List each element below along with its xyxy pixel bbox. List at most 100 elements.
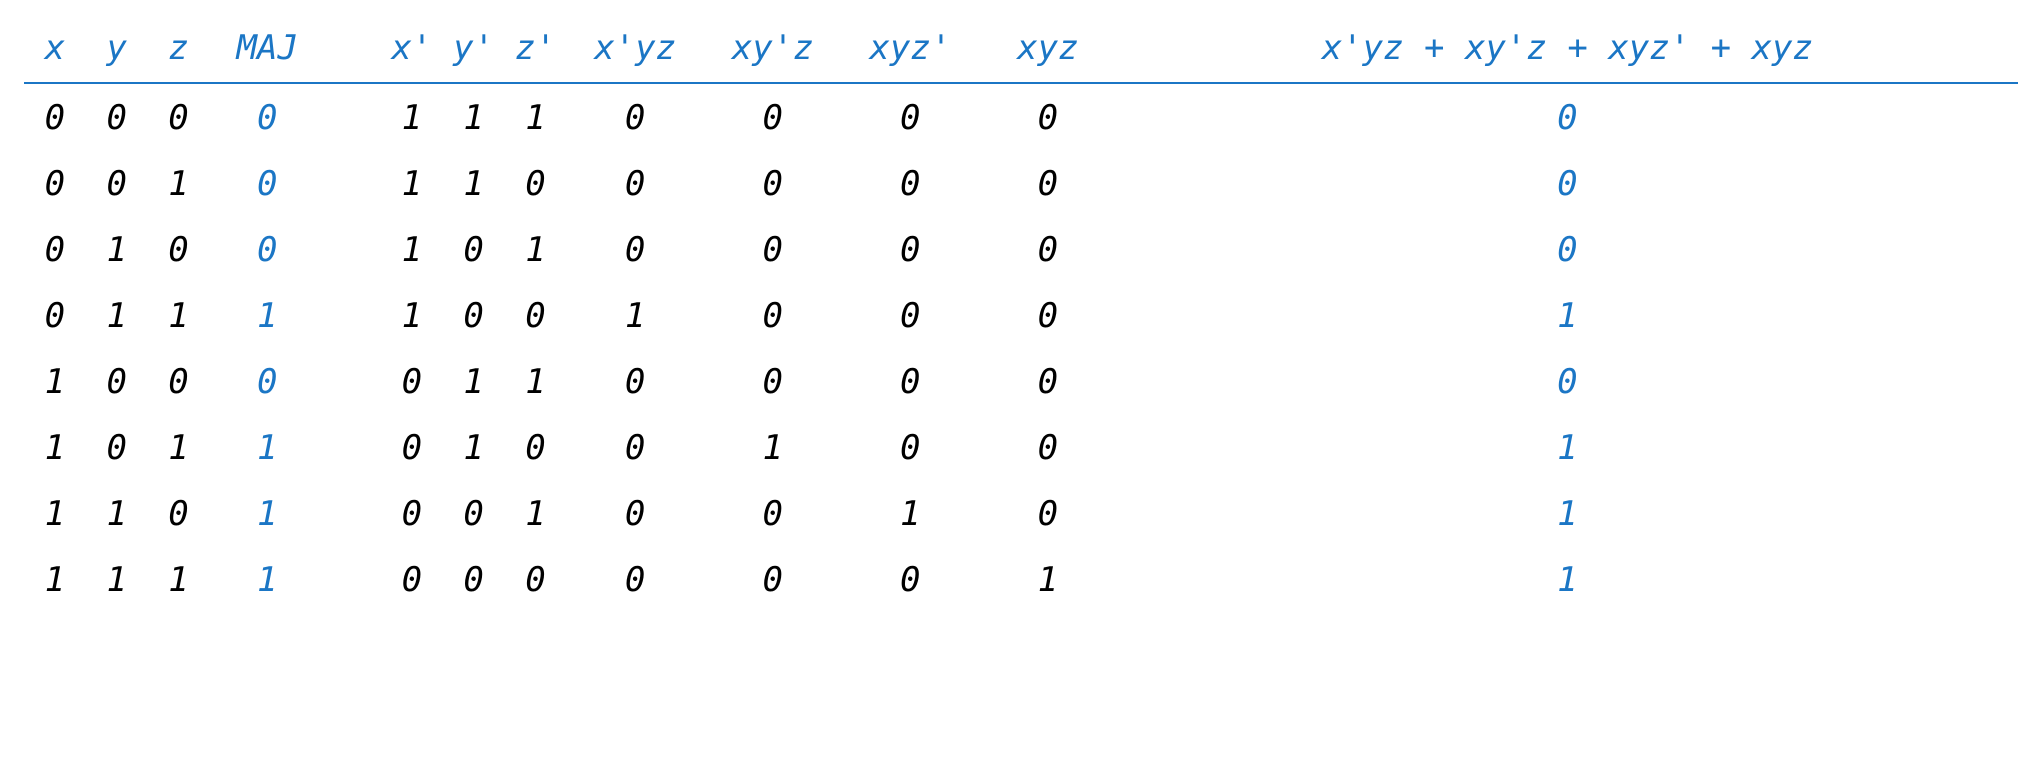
cell: 0 (842, 83, 980, 150)
cell-gap (325, 282, 381, 348)
cell: 1 (979, 546, 1117, 612)
cell-gap (325, 216, 381, 282)
cell: 0 (505, 150, 567, 216)
table-row: 100001100000 (24, 348, 2018, 414)
cell: 1 (443, 150, 505, 216)
col-header-gap (325, 18, 381, 83)
cell: 1 (86, 480, 148, 546)
cell: 0 (704, 546, 842, 612)
cell: 1 (209, 414, 325, 480)
cell: 1 (381, 216, 443, 282)
cell-gap (325, 414, 381, 480)
cell: 0 (704, 150, 842, 216)
cell: 1 (505, 480, 567, 546)
cell: 0 (1117, 348, 2018, 414)
table-body: 0000111000000010110000000100101000000111… (24, 83, 2018, 612)
cell: 1 (505, 216, 567, 282)
cell: 1 (86, 282, 148, 348)
cell: 0 (704, 348, 842, 414)
cell: 0 (566, 480, 704, 546)
cell: 1 (148, 282, 210, 348)
cell: 0 (148, 348, 210, 414)
cell-gap (325, 480, 381, 546)
cell: 0 (24, 216, 86, 282)
cell: 1 (381, 150, 443, 216)
cell: 1 (86, 546, 148, 612)
cell: 1 (443, 414, 505, 480)
cell: 0 (86, 150, 148, 216)
cell: 0 (381, 348, 443, 414)
cell: 0 (209, 150, 325, 216)
cell: 1 (842, 480, 980, 546)
col-header-yp: y' (443, 18, 505, 83)
table-row: 000011100000 (24, 83, 2018, 150)
cell: 0 (979, 216, 1117, 282)
cell: 0 (566, 83, 704, 150)
cell: 0 (381, 480, 443, 546)
cell: 1 (1117, 414, 2018, 480)
cell: 1 (443, 83, 505, 150)
cell: 1 (24, 414, 86, 480)
col-header-t1: x'yz (566, 18, 704, 83)
cell: 1 (1117, 546, 2018, 612)
cell: 0 (1117, 216, 2018, 282)
cell: 0 (443, 282, 505, 348)
cell: 0 (505, 282, 567, 348)
cell: 0 (566, 216, 704, 282)
table-row: 110100100101 (24, 480, 2018, 546)
cell: 1 (148, 414, 210, 480)
cell: 1 (148, 546, 210, 612)
table-row: 101101001001 (24, 414, 2018, 480)
cell: 1 (704, 414, 842, 480)
col-header-maj: MAJ (209, 18, 325, 83)
cell: 1 (443, 348, 505, 414)
cell: 0 (148, 480, 210, 546)
table-row: 001011000000 (24, 150, 2018, 216)
cell: 0 (505, 414, 567, 480)
cell-gap (325, 348, 381, 414)
col-header-t3: xyz' (842, 18, 980, 83)
cell: 0 (443, 546, 505, 612)
cell: 0 (704, 282, 842, 348)
cell: 0 (979, 150, 1117, 216)
col-header-y: y (86, 18, 148, 83)
col-header-z: z (148, 18, 210, 83)
cell: 1 (566, 282, 704, 348)
truth-table: x y z MAJ x' y' z' x'yz xy'z xyz' xyz x'… (24, 18, 2018, 612)
cell: 0 (1117, 83, 2018, 150)
col-header-t4: xyz (979, 18, 1117, 83)
cell: 0 (443, 480, 505, 546)
cell: 0 (979, 282, 1117, 348)
cell-gap (325, 83, 381, 150)
cell: 1 (1117, 282, 2018, 348)
cell: 0 (842, 282, 980, 348)
cell: 0 (842, 546, 980, 612)
cell: 1 (381, 83, 443, 150)
cell: 0 (148, 83, 210, 150)
table-row: 010010100000 (24, 216, 2018, 282)
cell: 0 (566, 546, 704, 612)
cell: 0 (704, 480, 842, 546)
cell: 0 (566, 348, 704, 414)
cell: 1 (209, 480, 325, 546)
cell: 1 (24, 480, 86, 546)
col-header-sum: x'yz + xy'z + xyz' + xyz (1117, 18, 2018, 83)
cell: 1 (381, 282, 443, 348)
cell: 0 (979, 480, 1117, 546)
cell: 0 (209, 348, 325, 414)
cell: 0 (148, 216, 210, 282)
cell: 0 (209, 83, 325, 150)
cell: 0 (86, 348, 148, 414)
cell: 1 (24, 348, 86, 414)
cell: 0 (842, 348, 980, 414)
cell: 0 (86, 83, 148, 150)
cell: 0 (842, 150, 980, 216)
cell: 1 (505, 83, 567, 150)
table-row: 111100000011 (24, 546, 2018, 612)
cell: 0 (209, 216, 325, 282)
cell: 0 (704, 83, 842, 150)
cell: 0 (842, 414, 980, 480)
cell: 1 (148, 150, 210, 216)
cell: 0 (979, 348, 1117, 414)
cell: 0 (566, 150, 704, 216)
